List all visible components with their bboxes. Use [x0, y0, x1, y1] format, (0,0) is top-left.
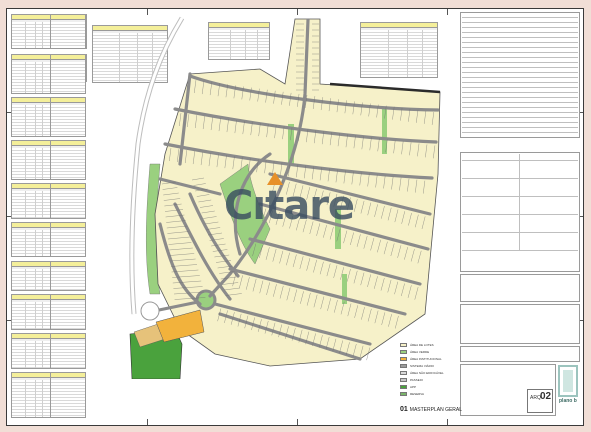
logo-text: plano b [559, 398, 577, 404]
form-line [462, 196, 578, 197]
statistics-row-line [462, 132, 578, 133]
lot-table [11, 261, 51, 291]
form-line [462, 160, 578, 161]
notes-form [460, 152, 580, 272]
statistics-row-line [462, 112, 578, 113]
lot-table [11, 372, 51, 418]
lot-table [11, 333, 51, 369]
watermark-text-i: ı [252, 183, 266, 229]
drawing-title: 01 MASTERPLAN GERAL [400, 406, 462, 413]
form-line [462, 178, 578, 179]
lot-table [50, 97, 86, 137]
lot-table [11, 14, 51, 49]
frame-tick [297, 419, 298, 425]
plano-b-logo: plano b [557, 364, 579, 416]
legend-label: SISTEMA VIÁRIO [410, 364, 435, 368]
legend-swatch [400, 350, 407, 354]
lot-table [11, 222, 51, 257]
legend-label: APP [410, 385, 417, 389]
statistics-row-line [462, 87, 578, 88]
lot-table [11, 140, 51, 180]
drawing-number: 01 [400, 406, 408, 413]
statistics-table [460, 12, 580, 138]
lot-table [50, 183, 86, 219]
form-divider [519, 154, 520, 250]
legend-swatch [400, 343, 407, 347]
lot-table [50, 140, 86, 180]
legend: ÁREA DE LOTES ÁREA VERDE ÁREA INSTITUCIONA… [400, 343, 458, 413]
statistics-row-line [462, 67, 578, 68]
legend-label: ÁREA NÃO EDIFICÁVEL [410, 371, 444, 375]
legend-label: ÁREA DE LOTES [410, 343, 434, 347]
legend-label: ÁREA VERDE [410, 350, 430, 354]
watermark-i: ı [252, 172, 284, 229]
legend-swatch [400, 357, 407, 361]
form-line [462, 232, 578, 233]
statistics-row-line [462, 92, 578, 93]
statistics-row-line [462, 107, 578, 108]
statistics-row-line [462, 22, 578, 23]
statistics-row-line [462, 77, 578, 78]
statistics-row-line [462, 127, 578, 128]
statistics-row-line [462, 97, 578, 98]
lot-table [50, 372, 86, 418]
lot-table [50, 14, 86, 49]
lot-table [50, 54, 86, 94]
sheet-number-box: ARQ 02 [527, 389, 553, 413]
lot-table [50, 333, 86, 369]
statistics-row-line [462, 52, 578, 53]
legend-label: PASSEIO [410, 378, 423, 382]
statistics-row-line [462, 122, 578, 123]
legend-label: RESERVA [410, 392, 425, 396]
legend-swatch [400, 385, 407, 389]
lot-table [50, 222, 86, 257]
frame-tick [447, 419, 448, 425]
project-box [460, 346, 580, 362]
form-line [462, 250, 578, 251]
lot-table [11, 183, 51, 219]
lot-table [50, 294, 86, 330]
statistics-row-line [462, 47, 578, 48]
lot-table [11, 294, 51, 330]
statistics-row-line [462, 37, 578, 38]
legend-swatch [400, 378, 407, 382]
frame-tick [147, 419, 148, 425]
legend-label: ÁREA INSTITUCIONAL [410, 357, 442, 361]
legend-swatch [400, 392, 407, 396]
statistics-row-line [462, 102, 578, 103]
statistics-row-line [462, 42, 578, 43]
watermark-text-c: C [224, 183, 253, 229]
watermark-text-tare: tare [265, 183, 355, 229]
statistics-row-line [462, 72, 578, 73]
statistics-row-line [462, 62, 578, 63]
statistics-row-line [462, 32, 578, 33]
lot-table [50, 261, 86, 291]
owner-info-box [460, 274, 580, 302]
company-info-box [460, 304, 580, 344]
sheet-number: 02 [540, 391, 552, 402]
form-line [462, 214, 578, 215]
legend-swatch [400, 371, 407, 375]
legend-swatch [400, 364, 407, 368]
statistics-row-line [462, 17, 578, 18]
statistics-row-line [462, 57, 578, 58]
drawing-title-text: MASTERPLAN GERAL [409, 407, 463, 413]
lot-table [11, 54, 51, 94]
statistics-row-line [462, 117, 578, 118]
statistics-row-line [462, 27, 578, 28]
watermark-arrow-icon [267, 172, 284, 185]
statistics-row-line [462, 82, 578, 83]
watermark-logo: Cıtare [224, 172, 355, 229]
lot-table [11, 97, 51, 137]
